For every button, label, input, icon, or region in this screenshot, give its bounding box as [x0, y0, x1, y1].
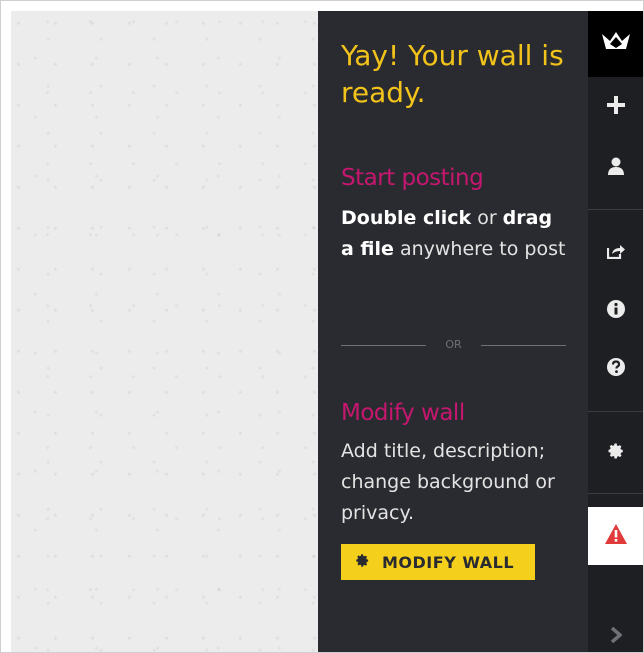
info-button[interactable]	[588, 291, 643, 331]
double-click-text: Double click	[341, 207, 472, 229]
alert-icon	[604, 524, 627, 548]
side-toolbar	[588, 11, 643, 652]
panel-title: Yay! Your wall is ready.	[341, 39, 564, 109]
toolbar-separator	[588, 493, 643, 494]
chevron-right-icon	[610, 626, 623, 647]
anywhere-text: anywhere to post	[393, 238, 566, 260]
info-icon	[606, 300, 625, 322]
account-button[interactable]	[588, 148, 643, 188]
help-icon	[606, 358, 625, 380]
modify-wall-heading: Modify wall	[341, 400, 465, 426]
expand-button[interactable]	[588, 617, 643, 652]
or-divider: OR	[341, 336, 566, 356]
app-frame: Yay! Your wall is ready. Start posting D…	[0, 0, 644, 653]
toolbar-separator	[588, 411, 643, 412]
or-text: or	[471, 207, 503, 229]
logo-button[interactable]	[588, 11, 643, 77]
plus-icon	[606, 96, 625, 118]
share-button[interactable]	[588, 233, 643, 273]
modify-wall-button[interactable]: MODIFY WALL	[341, 544, 535, 580]
share-icon	[606, 243, 625, 263]
wall-canvas[interactable]	[11, 11, 318, 652]
start-posting-heading: Start posting	[341, 165, 484, 191]
toolbar-separator	[588, 209, 643, 210]
modify-wall-text: Add title, description; change backgroun…	[341, 440, 555, 524]
settings-button[interactable]	[588, 433, 643, 473]
gear-icon	[607, 442, 625, 464]
divider-line-right	[481, 345, 566, 346]
padlet-logo-icon	[601, 31, 631, 57]
alert-button[interactable]	[588, 507, 643, 565]
start-posting-text: Double click or drag a file anywhere to …	[341, 203, 571, 265]
help-button[interactable]	[588, 349, 643, 389]
modify-wall-button-label: MODIFY WALL	[382, 552, 515, 572]
gear-icon	[355, 553, 370, 572]
add-post-button[interactable]	[588, 87, 643, 127]
welcome-panel: Yay! Your wall is ready. Start posting D…	[318, 11, 588, 652]
user-icon	[607, 157, 624, 179]
